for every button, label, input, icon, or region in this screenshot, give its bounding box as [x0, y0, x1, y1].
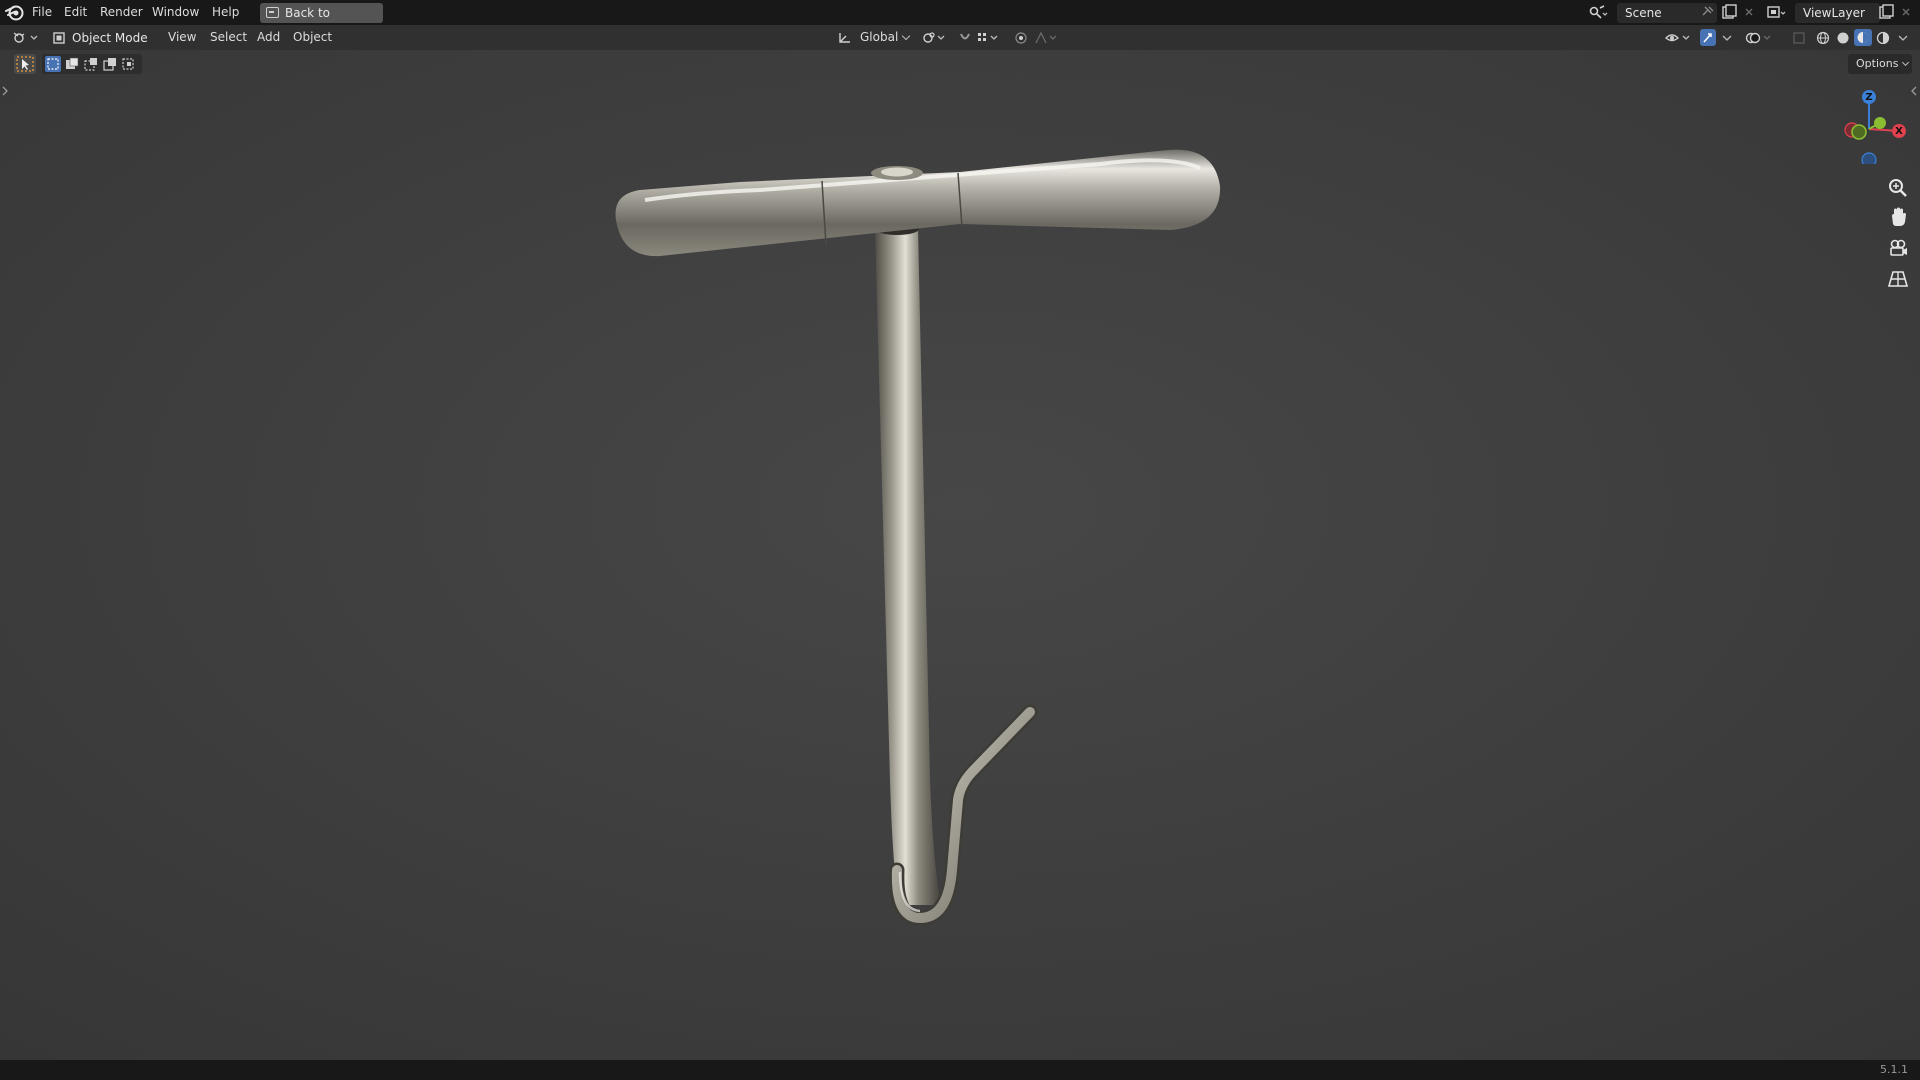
- view-layer-browse-icon[interactable]: [1766, 4, 1786, 21]
- select-subtract-icon[interactable]: [83, 56, 99, 72]
- new-view-layer-icon[interactable]: [1876, 4, 1896, 21]
- select-invert-icon[interactable]: [102, 56, 118, 72]
- solid-shading-icon[interactable]: [1836, 31, 1850, 44]
- header-menu-select[interactable]: Select: [210, 25, 247, 50]
- header-menu-add[interactable]: Add: [257, 25, 280, 50]
- editor-type-icon[interactable]: [12, 31, 40, 44]
- blender-logo-icon[interactable]: [5, 3, 25, 22]
- 3d-viewport[interactable]: Z X: [0, 50, 1920, 1060]
- scene-browse-icon[interactable]: [1588, 4, 1608, 21]
- t-handle-hook-model[interactable]: [0, 50, 1920, 1080]
- gizmo-x-label: X: [1895, 126, 1903, 137]
- selection-mode-group: [42, 54, 142, 74]
- proportional-editing-icon[interactable]: [1014, 31, 1028, 44]
- menu-edit[interactable]: Edit: [58, 0, 93, 25]
- pin-icon[interactable]: [1698, 4, 1718, 21]
- top-menubar: File Edit Render Window Help Back to Pre…: [0, 0, 1920, 40]
- object-mode-icon: [53, 32, 65, 44]
- visibility-icon[interactable]: [1664, 31, 1692, 44]
- back-to-previous-button[interactable]: Back to Previous: [260, 3, 383, 40]
- overlays-icon[interactable]: [1745, 31, 1773, 44]
- material-preview-shading-icon[interactable]: [1854, 29, 1872, 46]
- shading-dropdown-icon[interactable]: [1896, 31, 1910, 44]
- snap-increment-icon[interactable]: [976, 31, 1002, 44]
- cursor-select-icon: [16, 56, 34, 72]
- zoom-icon[interactable]: [1884, 174, 1912, 202]
- options-dropdown[interactable]: Options: [1848, 54, 1912, 74]
- object-mode-label: Object Mode: [72, 31, 148, 45]
- gizmo-z-label: Z: [1865, 92, 1873, 103]
- toolbar-expand-icon[interactable]: [1, 85, 9, 97]
- show-gizmo-icon[interactable]: [1700, 29, 1716, 46]
- menu-file[interactable]: File: [26, 0, 58, 25]
- header-menu-view[interactable]: View: [168, 25, 196, 50]
- select-intersect-icon[interactable]: [121, 56, 137, 72]
- transform-orientation-label: Global: [860, 30, 899, 44]
- version-label: 5.1.1: [1880, 1063, 1908, 1076]
- snap-toggle-icon[interactable]: [958, 31, 972, 44]
- viewport-header: Object Mode View Select Add Object Globa…: [0, 25, 1920, 62]
- xray-toggle-icon[interactable]: [1792, 31, 1806, 44]
- view-layer-name: ViewLayer: [1803, 6, 1865, 20]
- select-tool-button[interactable]: [14, 54, 36, 74]
- gizmo-dropdown-icon[interactable]: [1720, 31, 1734, 44]
- camera-view-icon[interactable]: [1884, 234, 1912, 262]
- select-extend-icon[interactable]: [64, 56, 80, 72]
- delete-view-layer-icon[interactable]: [1897, 4, 1917, 21]
- chevron-down-icon: [902, 31, 911, 41]
- sidebar-expand-icon[interactable]: [1910, 85, 1918, 97]
- menu-render[interactable]: Render: [94, 0, 149, 25]
- new-scene-icon[interactable]: [1719, 4, 1739, 21]
- select-new-icon[interactable]: [45, 56, 61, 72]
- wireframe-shading-icon[interactable]: [1816, 31, 1830, 44]
- back-icon: [266, 7, 279, 18]
- perspective-toggle-icon[interactable]: [1884, 264, 1912, 292]
- menu-help[interactable]: Help: [206, 0, 245, 25]
- menu-window[interactable]: Window: [146, 0, 205, 25]
- options-label: Options: [1856, 57, 1899, 70]
- rendered-shading-icon[interactable]: [1876, 31, 1890, 44]
- transform-orientation-dropdown[interactable]: Global: [860, 25, 911, 50]
- chevron-down-icon: [1902, 58, 1910, 67]
- scene-name: Scene: [1625, 6, 1662, 20]
- falloff-icon[interactable]: [1034, 31, 1060, 44]
- pan-hand-icon[interactable]: [1884, 204, 1912, 232]
- header-menu-object[interactable]: Object: [293, 25, 332, 50]
- object-mode-dropdown[interactable]: Object Mode: [48, 28, 158, 62]
- view-layer-field[interactable]: ViewLayer: [1795, 3, 1880, 23]
- navigation-gizmo[interactable]: [1822, 80, 1906, 164]
- transform-orientation-icon: [839, 33, 850, 43]
- status-bar: 5.1.1: [0, 1060, 1920, 1080]
- pivot-point-icon[interactable]: [922, 31, 948, 44]
- delete-scene-icon[interactable]: [1740, 4, 1760, 21]
